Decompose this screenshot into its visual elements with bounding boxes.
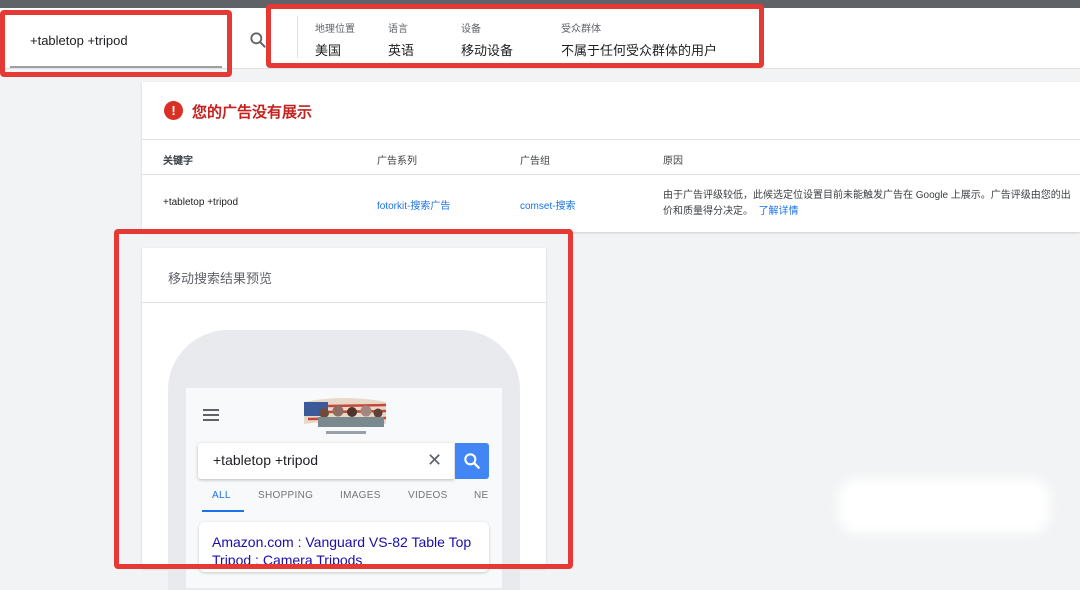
learn-more-link[interactable]: 了解详情	[759, 206, 799, 217]
reason-line-2: 价和质量得分决定。 了解详情	[663, 204, 1080, 220]
header-campaign: 广告系列	[377, 156, 417, 167]
reason-line-1: 由于广告评级较低，此候选定位设置目前未能触发广告在 Google 上展示。广告评…	[663, 190, 1071, 201]
header-keyword: 关键字	[163, 156, 193, 167]
error-icon: !	[164, 101, 183, 120]
search-icon[interactable]	[248, 30, 268, 50]
row-reason: 由于广告评级较低，此候选定位设置目前未能触发广告在 Google 上展示。广告评…	[663, 188, 1080, 220]
reason-line-2-text: 价和质量得分决定。	[663, 206, 753, 217]
highlight-filters	[266, 4, 764, 68]
alert-message: 您的广告没有展示	[192, 104, 313, 121]
highlight-preview	[114, 229, 573, 569]
highlight-keyword	[0, 10, 232, 77]
header-reason: 原因	[663, 156, 683, 167]
row-campaign-link[interactable]: fotorkit-搜索广告	[377, 197, 450, 212]
blurred-patch	[838, 478, 1050, 534]
table-header-divider	[142, 174, 1080, 175]
row-keyword: +tabletop +tripod	[163, 197, 239, 208]
header-ad-group: 广告组	[520, 156, 550, 167]
row-ad-group-link[interactable]: comset-搜索	[520, 197, 576, 212]
table-top-divider	[142, 139, 1080, 140]
